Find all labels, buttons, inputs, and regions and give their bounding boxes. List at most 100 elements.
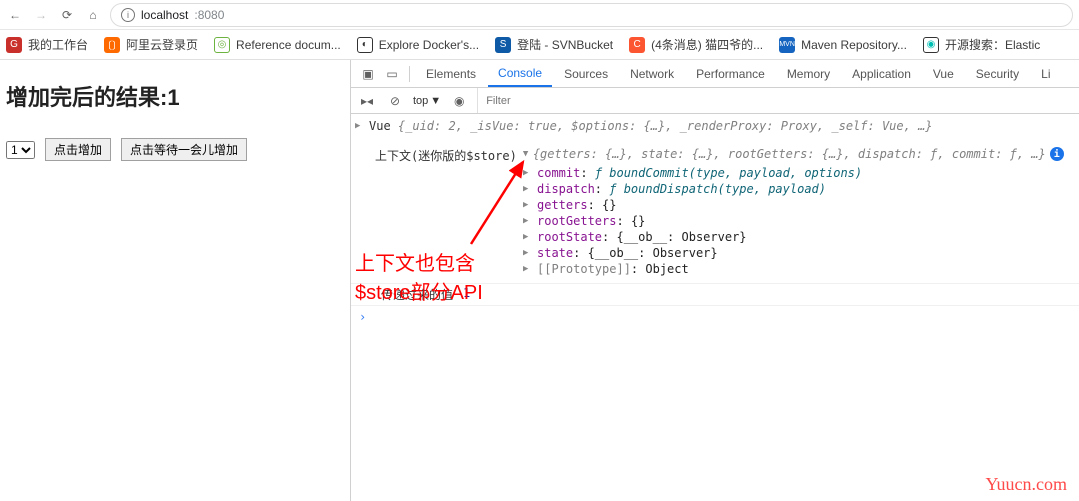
prop-val: ƒ boundDispatch(type, payload) — [609, 182, 826, 196]
add-button[interactable]: 点击增加 — [45, 138, 111, 161]
tab-performance[interactable]: Performance — [686, 60, 775, 87]
devtools-panel: ▣ ▭ Elements Console Sources Network Per… — [350, 60, 1079, 501]
expand-icon[interactable]: ▶ — [523, 214, 533, 226]
wait-add-button[interactable]: 点击等待一会儿增加 — [121, 138, 247, 161]
tab-application[interactable]: Application — [842, 60, 921, 87]
bookmark-item[interactable]: MVN Maven Repository... — [779, 37, 907, 53]
expand-icon[interactable]: ▼ — [523, 147, 533, 159]
console-entry-value: 传递过来的值 1 — [351, 283, 1079, 306]
info-badge-icon[interactable]: i — [1050, 147, 1064, 161]
inspect-icon[interactable]: ▣ — [357, 67, 379, 81]
object-name: Vue — [369, 119, 398, 133]
prop-val: {} — [602, 198, 616, 212]
bookmark-icon: 〔〕 — [104, 37, 120, 53]
console-sidebar-icon[interactable]: ▸◂ — [357, 94, 377, 108]
prop-val: {} — [631, 214, 645, 228]
context-preview: {getters: {…}, state: {…}, rootGetters: … — [533, 147, 1046, 161]
bookmark-icon: C — [629, 37, 645, 53]
bookmark-label: 阿里云登录页 — [126, 36, 198, 53]
prop-rootGetters[interactable]: ▶ rootGetters: {} — [351, 213, 1079, 229]
nav-back-icon[interactable]: ← — [6, 6, 24, 24]
filter-input[interactable] — [477, 88, 1079, 113]
prop-key: dispatch — [537, 182, 595, 196]
prop-val: {__ob__: Observer} — [616, 230, 746, 244]
tab-security[interactable]: Security — [966, 60, 1029, 87]
bookmark-item[interactable]: ◐ Explore Docker's... — [357, 37, 479, 53]
tab-network[interactable]: Network — [620, 60, 684, 87]
tab-elements[interactable]: Elements — [416, 60, 486, 87]
prop-commit[interactable]: ▶ commit: ƒ boundCommit(type, payload, o… — [351, 165, 1079, 181]
watermark: Yuucn.com — [986, 474, 1067, 495]
object-preview: {_uid: 2, _isVue: true, $options: {…}, _… — [398, 119, 933, 133]
prop-key: state — [537, 246, 573, 260]
expand-icon[interactable]: ▶ — [523, 198, 533, 210]
prop-rootState[interactable]: ▶ rootState: {__ob__: Observer} — [351, 229, 1079, 245]
site-info-icon[interactable]: i — [121, 8, 135, 22]
bookmark-icon: ◎ — [214, 37, 230, 53]
expand-icon[interactable]: ▶ — [523, 166, 533, 178]
heading-prefix: 增加完后的结果: — [6, 85, 167, 110]
bookmark-label: 开源搜索：Elastic — [945, 36, 1040, 53]
page-heading: 增加完后的结果:1 — [6, 80, 344, 112]
prop-val: Object — [645, 262, 688, 276]
expand-icon[interactable]: ▶ — [523, 182, 533, 194]
tab-memory[interactable]: Memory — [777, 60, 840, 87]
prop-state[interactable]: ▶ state: {__ob__: Observer} — [351, 245, 1079, 261]
bookmark-label: Maven Repository... — [801, 38, 907, 52]
url-port: :8080 — [194, 8, 224, 22]
bookmark-icon: MVN — [779, 37, 795, 53]
prop-prototype[interactable]: ▶ [[Prototype]]: Object — [351, 261, 1079, 277]
console-output: ▶ Vue {_uid: 2, _isVue: true, $options: … — [351, 114, 1079, 501]
expand-icon[interactable]: ▶ — [523, 230, 533, 242]
prop-getters[interactable]: ▶ getters: {} — [351, 197, 1079, 213]
page-controls: 1 点击增加 点击等待一会儿增加 — [6, 138, 344, 161]
bookmark-item[interactable]: C (4条消息) 猫四爷的... — [629, 36, 763, 53]
prompt-icon: › — [359, 310, 366, 324]
tab-sources[interactable]: Sources — [554, 60, 618, 87]
console-prompt[interactable]: › — [351, 306, 1079, 328]
context-selector[interactable]: top ▼ — [413, 95, 441, 107]
bookmark-item[interactable]: G 我的工作台 — [6, 36, 88, 53]
nav-reload-icon[interactable]: ⟳ — [58, 6, 76, 24]
devtools-tabs: ▣ ▭ Elements Console Sources Network Per… — [351, 60, 1079, 88]
url-bar[interactable]: i localhost :8080 — [110, 3, 1073, 27]
bookmark-label: Reference docum... — [236, 38, 341, 52]
number-select[interactable]: 1 — [6, 141, 35, 159]
bookmark-item[interactable]: S 登陆 - SVNBucket — [495, 36, 613, 53]
bookmark-item[interactable]: ◉ 开源搜索：Elastic — [923, 36, 1040, 53]
bookmark-icon: G — [6, 37, 22, 53]
bookmark-label: (4条消息) 猫四爷的... — [651, 36, 763, 53]
prop-val: ƒ boundCommit(type, payload, options) — [595, 166, 862, 180]
divider — [409, 66, 410, 82]
device-icon[interactable]: ▭ — [381, 67, 403, 81]
prop-dispatch[interactable]: ▶ dispatch: ƒ boundDispatch(type, payloa… — [351, 181, 1079, 197]
prop-key: rootGetters — [537, 214, 616, 228]
expand-icon[interactable]: ▶ — [523, 262, 533, 274]
prop-key: getters — [537, 198, 588, 212]
tab-more[interactable]: Li — [1031, 60, 1060, 87]
nav-home-icon[interactable]: ⌂ — [84, 6, 102, 24]
browser-toolbar: ← → ⟳ ⌂ i localhost :8080 — [0, 0, 1079, 30]
bookmark-item[interactable]: ◎ Reference docum... — [214, 37, 341, 53]
url-host: localhost — [141, 8, 188, 22]
log-value: 1 — [463, 286, 470, 300]
console-toolbar: ▸◂ ⊘ top ▼ ◉ — [351, 88, 1079, 114]
bookmarks-bar: G 我的工作台 〔〕 阿里云登录页 ◎ Reference docum... ◐… — [0, 30, 1079, 60]
bookmark-item[interactable]: 〔〕 阿里云登录页 — [104, 36, 198, 53]
bookmark-label: 我的工作台 — [28, 36, 88, 53]
prop-key: commit — [537, 166, 580, 180]
page-content: 增加完后的结果:1 1 点击增加 点击等待一会儿增加 — [0, 60, 350, 501]
tab-console[interactable]: Console — [488, 60, 552, 87]
prop-key: rootState — [537, 230, 602, 244]
clear-console-icon[interactable]: ⊘ — [385, 94, 405, 108]
expand-icon[interactable]: ▶ — [355, 119, 365, 131]
live-expression-icon[interactable]: ◉ — [449, 94, 469, 108]
main-area: 增加完后的结果:1 1 点击增加 点击等待一会儿增加 ▣ ▭ Elements … — [0, 60, 1079, 501]
expand-icon[interactable]: ▶ — [523, 246, 533, 258]
log-label: 传递过来的值 — [381, 286, 453, 303]
console-entry-vue[interactable]: ▶ Vue {_uid: 2, _isVue: true, $options: … — [351, 118, 1079, 134]
context-selector-label: top — [413, 95, 428, 107]
tab-vue[interactable]: Vue — [923, 60, 964, 87]
bookmark-label: Explore Docker's... — [379, 38, 479, 52]
nav-forward-icon[interactable]: → — [32, 6, 50, 24]
